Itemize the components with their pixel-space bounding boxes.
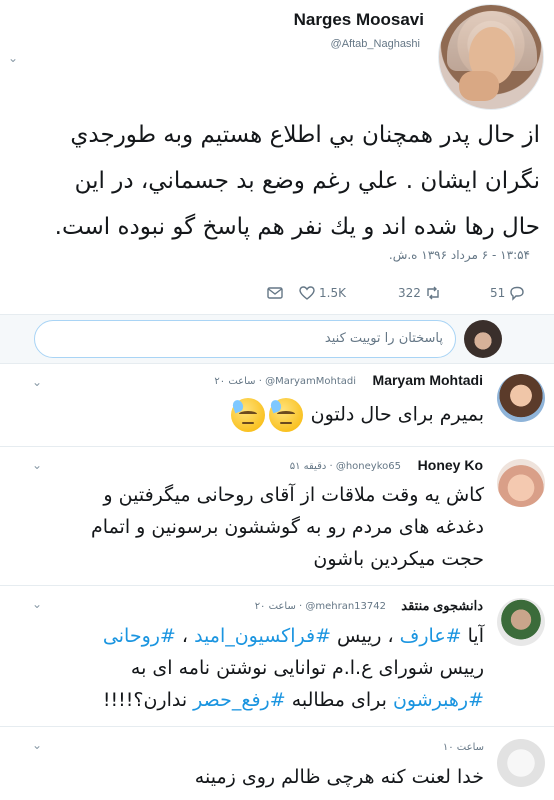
reply-tweet[interactable]: ⌄ ۱۰ ساعت خدا لعنت کنه هرچی ظالم روی زمی…: [0, 727, 554, 800]
reply-author-name[interactable]: Maryam Mohtadi: [373, 372, 483, 388]
reply-text-content: بمیرم برای حال دلتون: [310, 403, 484, 426]
reply-compose-bar: پاسختان را توییت کنید: [0, 315, 554, 363]
reply-text-line: کاش یه وقت ملاقات از آقای روحانی میگرفتی…: [103, 484, 484, 506]
reply-time[interactable]: ۵۱ دقیقه: [290, 461, 327, 472]
reply-text: آیا #عارف ، رییس #فراکسیون_امید ، #روحان…: [14, 620, 484, 716]
reply-handle[interactable]: @honeyko65: [336, 461, 401, 472]
reply-text-line: دغدغه های مردم رو به گوششون برسونین و ات…: [91, 516, 484, 538]
reply-text-line: رییس شورای ع.ا.م توانایی نوشتن نامه ای ب…: [130, 657, 484, 679]
hashtag-link[interactable]: #رهبرشون: [393, 689, 484, 711]
reply-meta: ۲۰ ساعت · @mehran13742: [255, 601, 386, 612]
chevron-down-icon[interactable]: ⌄: [32, 376, 42, 388]
heart-icon: [299, 286, 315, 300]
retweet-count: 322: [398, 286, 421, 300]
reply-handle[interactable]: @mehran13742: [305, 601, 386, 612]
current-user-avatar[interactable]: [464, 320, 502, 358]
chevron-down-icon[interactable]: ⌄: [32, 459, 42, 471]
reply-text-line: حجت میکردین باشون: [313, 548, 484, 570]
author-display-name[interactable]: Narges Moosavi: [294, 10, 424, 30]
like-count: 1.5K: [319, 286, 346, 300]
reply-text: خدا لعنت کنه هرچی ظالم روی زمینه: [194, 766, 484, 788]
reply-text-line: آیا #عارف ، رییس #فراکسیون_امید ، #روحان…: [14, 620, 484, 652]
reply-tweet[interactable]: ⌄ دانشجوی منتقد ۲۰ ساعت · @mehran13742 آ…: [0, 586, 554, 726]
tweet-text-line: نگران ايشان . علي رغم وضع بد جسماني، در …: [74, 168, 540, 194]
reply-time[interactable]: ۲۰ ساعت: [255, 601, 296, 612]
reply-handle[interactable]: @MaryamMohtadi: [265, 376, 356, 387]
reply-text: بمیرم برای حال دلتون: [104, 398, 484, 432]
text-segment: برای مطالبه: [285, 689, 393, 711]
reply-meta: ۲۰ ساعت · @MaryamMohtadi: [214, 376, 356, 387]
reply-input[interactable]: پاسختان را توییت کنید: [34, 320, 456, 358]
text-segment: ،: [175, 625, 195, 647]
reply-author-name[interactable]: دانشجوی منتقد: [401, 598, 483, 614]
author-avatar[interactable]: [438, 4, 544, 110]
avatar[interactable]: [497, 374, 545, 422]
tweet-actions: 1.5K 322 51: [0, 284, 554, 306]
chevron-down-icon[interactable]: ⌄: [32, 598, 42, 610]
chevron-down-icon[interactable]: ⌄: [8, 52, 18, 64]
text-segment: ندارن؟!!!!: [102, 689, 194, 711]
reply-text-line: #رهبرشون برای مطالبه #رفع_حصر ندارن؟!!!!: [14, 684, 484, 716]
reply-tweet[interactable]: ⌄ Honey Ko ۵۱ دقیقه · @honeyko65 کاش یه …: [0, 447, 554, 585]
text-segment: ، رییس: [331, 625, 400, 647]
hashtag-link[interactable]: #روحانی: [103, 625, 176, 647]
reply-time[interactable]: ۱۰ ساعت: [443, 742, 484, 753]
sweat-emoji-icon: [268, 398, 303, 432]
reply-button[interactable]: 51: [490, 284, 526, 302]
reply-text: کاش یه وقت ملاقات از آقای روحانی میگرفتی…: [44, 479, 484, 575]
text-segment: آیا: [461, 625, 484, 647]
reply-icon: [510, 286, 524, 301]
tweet-text-line: از حال پدر همچنان بي اطلاع هستيم وبه طور…: [70, 122, 540, 148]
chevron-down-icon[interactable]: ⌄: [32, 739, 42, 751]
like-button[interactable]: 1.5K: [298, 284, 346, 302]
avatar[interactable]: [497, 598, 545, 646]
avatar[interactable]: [497, 459, 545, 507]
avatar[interactable]: [497, 739, 545, 787]
tweet-text: از حال پدر همچنان بي اطلاع هستيم وبه طور…: [8, 112, 540, 250]
message-button[interactable]: [266, 284, 284, 302]
main-tweet: ⌄ Narges Moosavi @Aftab_Naghashi از حال …: [0, 0, 554, 314]
reply-author-name[interactable]: Honey Ko: [418, 457, 483, 473]
retweet-button[interactable]: 322: [398, 284, 442, 302]
tweet-text-line: حال رها شده اند و يك نفر هم پاسخ گو نبود…: [54, 214, 540, 240]
avatar-hand: [459, 71, 499, 101]
reply-meta: ۱۰ ساعت: [443, 742, 484, 753]
reply-time[interactable]: ۲۰ ساعت: [214, 376, 255, 387]
hashtag-link[interactable]: #عارف: [400, 625, 462, 647]
reply-count: 51: [490, 286, 506, 300]
tweet-timestamp[interactable]: ۱۳:۵۴ - ۶ مرداد ۱۳۹۶ ه.ش.: [389, 248, 530, 262]
hashtag-link[interactable]: #رفع_حصر: [193, 689, 286, 711]
reply-tweet[interactable]: ⌄ Maryam Mohtadi ۲۰ ساعت · @MaryamMohtad…: [0, 364, 554, 446]
sweat-emoji-icon: [230, 398, 265, 432]
retweet-icon: [427, 286, 439, 300]
author-username[interactable]: @Aftab_Naghashi: [331, 38, 420, 50]
envelope-icon: [267, 287, 283, 299]
reply-meta: ۵۱ دقیقه · @honeyko65: [290, 461, 401, 472]
hashtag-link[interactable]: #فراکسیون_امید: [194, 625, 331, 647]
